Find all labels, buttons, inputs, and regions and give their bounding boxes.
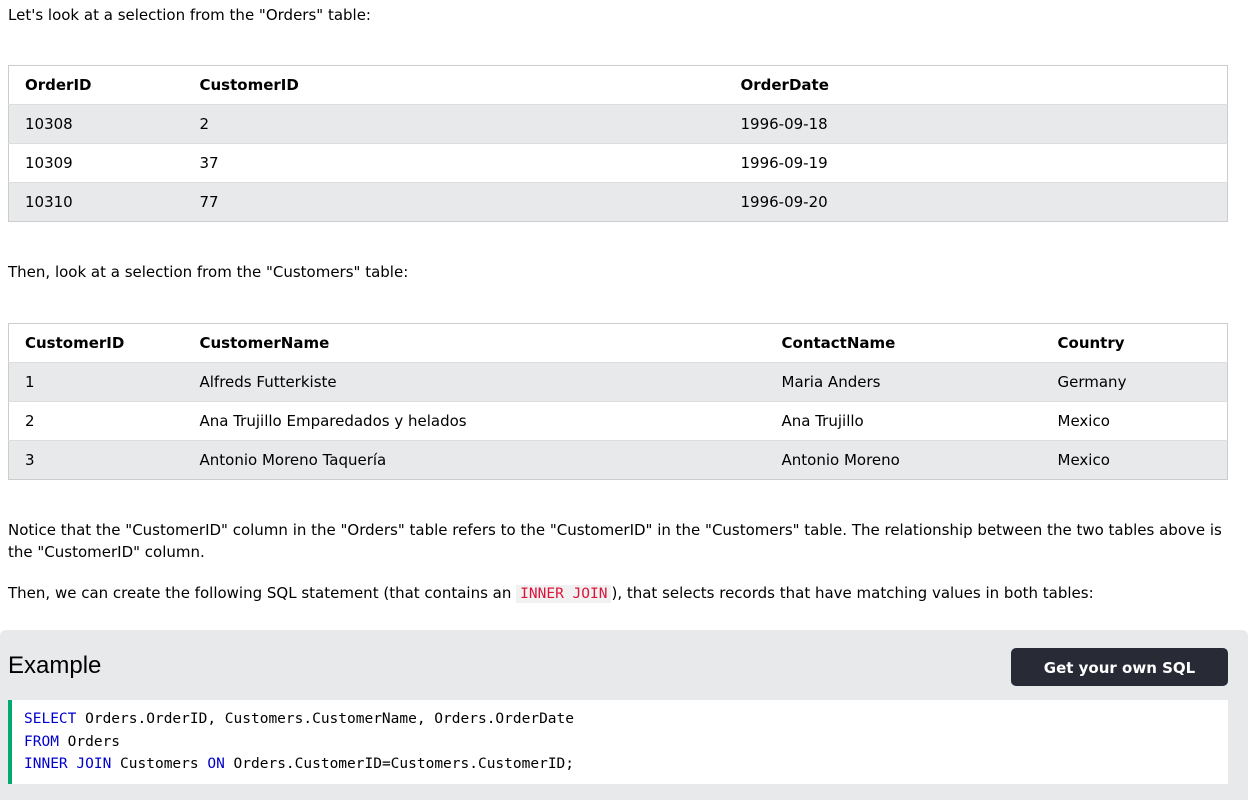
customers-header-customername: CustomerName — [183, 323, 766, 363]
table-cell: Antonio Moreno — [765, 440, 1042, 480]
orders-intro-text: Let's look at a selection from the "Orde… — [8, 6, 371, 24]
sql-code-text: Customers — [111, 756, 208, 772]
table-row: 10308 2 1996-09-18 — [8, 104, 1228, 144]
customers-table: CustomerID CustomerName ContactName Coun… — [8, 323, 1228, 480]
table-cell: Alfreds Futterkiste — [183, 362, 766, 402]
sql-keyword: INNER JOIN — [24, 756, 112, 772]
table-row: 10310 77 1996-09-20 — [8, 182, 1228, 222]
get-sql-server-button[interactable]: Get your own SQL Server — [1011, 648, 1228, 715]
customers-header-country: Country — [1041, 323, 1228, 363]
table-cell: 10309 — [8, 143, 184, 183]
table-cell: 1996-09-20 — [724, 182, 1228, 222]
table-cell: 2 — [8, 401, 184, 441]
table-cell: 37 — [183, 143, 725, 183]
statement-text-after: ), that selects records that have matchi… — [611, 584, 1094, 602]
table-row: 1 Alfreds Futterkiste Maria Anders Germa… — [8, 362, 1228, 402]
sql-keyword: FROM — [24, 733, 59, 750]
table-cell: Mexico — [1041, 440, 1228, 480]
table-cell: Ana Trujillo Emparedados y helados — [183, 401, 766, 441]
table-cell: Germany — [1041, 362, 1228, 402]
customers-header-customerid: CustomerID — [8, 323, 184, 363]
table-cell: 2 — [183, 104, 725, 144]
orders-header-orderid: OrderID — [8, 65, 184, 105]
customers-intro-text: Then, look at a selection from the "Cust… — [8, 263, 409, 281]
table-cell: 77 — [183, 182, 725, 222]
statement-paragraph: Then, we can create the following SQL st… — [8, 582, 1094, 605]
table-cell: Mexico — [1041, 401, 1228, 441]
example-title: Example — [8, 652, 102, 679]
table-cell: 1 — [8, 362, 184, 402]
table-cell: 10308 — [8, 104, 184, 144]
table-cell: 10310 — [8, 182, 184, 222]
orders-header-customerid: CustomerID — [183, 65, 725, 105]
customers-header-row: CustomerID CustomerName ContactName Coun… — [8, 323, 1228, 363]
orders-header-orderdate: OrderDate — [724, 65, 1228, 105]
sql-keyword: ON — [207, 756, 225, 772]
notice-paragraph: Notice that the "CustomerID" column in t… — [8, 519, 1222, 563]
statement-text-before: Then, we can create the following SQL st… — [8, 584, 517, 602]
table-row: 10309 37 1996-09-19 — [8, 143, 1228, 183]
sql-code-text: Orders.CustomerID=Customers.CustomerID; — [224, 756, 575, 772]
table-row: 2 Ana Trujillo Emparedados y helados Ana… — [8, 401, 1228, 441]
table-cell: 3 — [8, 440, 184, 480]
table-cell: Antonio Moreno Taquería — [183, 440, 766, 480]
notice-line-2: the "CustomerID" column. — [8, 543, 205, 561]
table-row: 3 Antonio Moreno Taquería Antonio Moreno… — [8, 440, 1228, 480]
sql-code-text: Orders.OrderID, Customers.CustomerName, … — [76, 711, 574, 727]
sql-keyword: SELECT — [24, 711, 77, 727]
sql-code-text: Orders — [58, 733, 121, 750]
sql-code-block[interactable]: SELECT Orders.OrderID, Customers.Custome… — [8, 700, 1228, 784]
table-cell: 1996-09-18 — [724, 104, 1228, 144]
notice-line-1: Notice that the "CustomerID" column in t… — [8, 521, 1222, 539]
table-cell: Ana Trujillo — [765, 401, 1042, 441]
example-box: Example Get your own SQL Server SELECT O… — [0, 630, 1248, 800]
orders-table: OrderID CustomerID OrderDate 10308 2 199… — [8, 65, 1228, 222]
table-cell: Maria Anders — [765, 362, 1042, 402]
customers-header-contactname: ContactName — [765, 323, 1042, 363]
page: Let's look at a selection from the "Orde… — [0, 0, 1253, 800]
orders-header-row: OrderID CustomerID OrderDate — [8, 65, 1228, 105]
inline-code-inner-join: INNER JOIN — [516, 585, 612, 603]
table-cell: 1996-09-19 — [724, 143, 1228, 183]
